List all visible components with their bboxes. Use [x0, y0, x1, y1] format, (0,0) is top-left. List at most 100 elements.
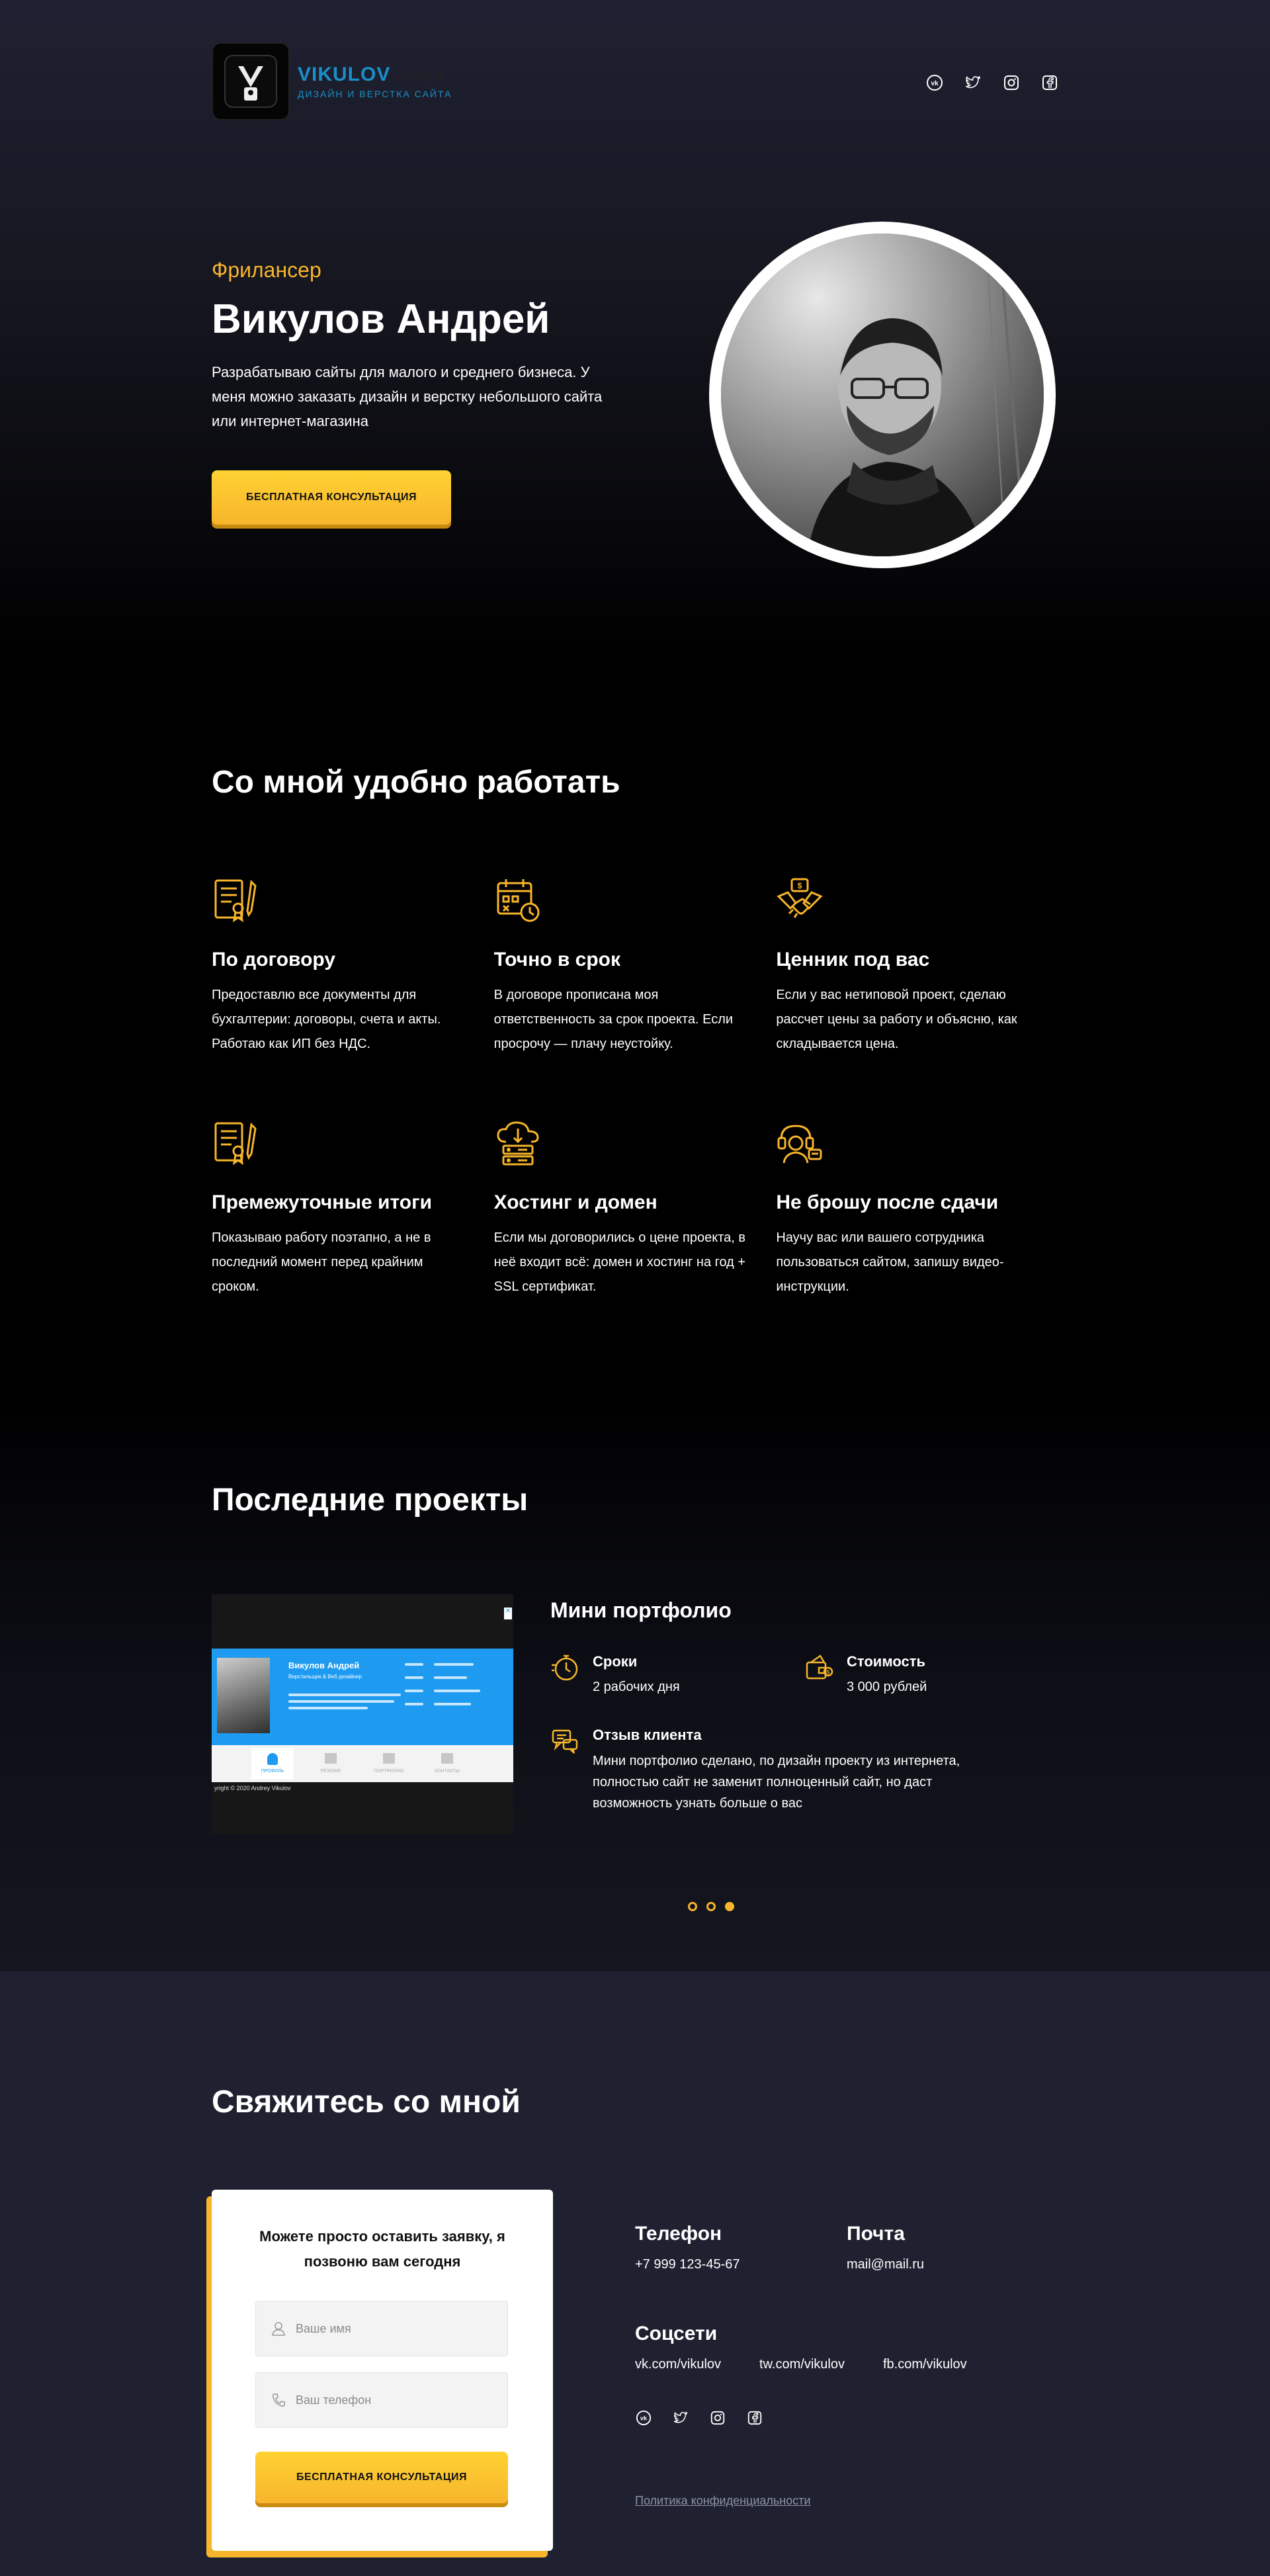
footer-socials: vk	[635, 2409, 1058, 2426]
project-review: Отзыв клиента Мини портфолио сделано, по…	[550, 1727, 1058, 1814]
name-input[interactable]	[296, 2321, 494, 2336]
social-links: vk.com/vikulov tw.com/vikulov fb.com/vik…	[635, 2357, 1058, 2372]
feature-title: Точно в срок	[493, 949, 621, 970]
screenshot-line	[288, 1707, 368, 1709]
feature-title: По договору	[212, 949, 336, 970]
svg-text:vk: vk	[931, 80, 939, 87]
screenshot-avatar	[217, 1658, 270, 1733]
calendar-clock-icon	[497, 879, 540, 922]
screenshot-footer: yright © 2020 Andrey Vikulov	[214, 1785, 291, 1791]
slider-dot[interactable]	[688, 1902, 697, 1911]
cloud-server-icon	[497, 1121, 539, 1166]
hero-text: Фрилансер Викулов Андрей Разрабатываю са…	[212, 258, 622, 525]
instagram-icon[interactable]	[709, 2409, 726, 2426]
features-grid: По договору Предоставлю все документы дл…	[212, 877, 1058, 1299]
hero-section: VIKULOV CODER ДИЗАЙН И ВЕРСТКА САЙТА vk	[0, 0, 1270, 662]
screenshot-line	[434, 1663, 474, 1666]
feature-text: Если мы договорились о цене проекта, в н…	[493, 1230, 746, 1294]
screenshot-tab-label: КОНТАКТЫ	[435, 1769, 460, 1774]
phone-icon	[272, 2393, 285, 2407]
twitter-link[interactable]: tw.com/vikulov	[759, 2357, 845, 2372]
form-consult-button[interactable]: БЕСПЛАТНАЯ КОНСУЛЬТАЦИЯ	[255, 2452, 508, 2503]
feature-title: Не брошу после сдачи	[776, 1191, 999, 1213]
phone-label: Телефон	[635, 2223, 722, 2245]
twitter-icon[interactable]	[672, 2409, 689, 2426]
feature-text: В договоре прописана моя ответственность…	[493, 988, 734, 1051]
feature-item: По договору Предоставлю все документы дл…	[212, 877, 494, 1056]
slider-dot-active[interactable]	[725, 1902, 734, 1911]
hero-role: Фрилансер	[212, 258, 321, 282]
vk-link[interactable]: vk.com/vikulov	[635, 2357, 721, 2372]
screenshot-close-icon: ✕	[504, 1608, 512, 1619]
avatar-frame	[709, 222, 1056, 568]
project-name: Мини портфолио	[550, 1598, 732, 1622]
vk-icon[interactable]: vk	[926, 74, 943, 91]
features-title: Со мной удобно работать	[212, 765, 620, 800]
socials-label: Соцсети	[635, 2323, 718, 2344]
handshake-icon: $	[777, 878, 823, 918]
screenshot-line	[288, 1694, 401, 1696]
logo[interactable]: VIKULOV CODER ДИЗАЙН И ВЕРСТКА САЙТА	[212, 42, 452, 120]
review-text: Мини портфолио сделано, по дизайн проект…	[593, 1754, 960, 1811]
screenshot-tab: РЕЗЮМЕ	[310, 1748, 352, 1780]
twitter-icon[interactable]	[964, 74, 982, 91]
screenshot-line	[405, 1676, 423, 1679]
hero-name: Викулов Андрей	[212, 296, 550, 342]
screenshot-line	[434, 1676, 467, 1679]
logo-name: VIKULOV	[298, 64, 391, 85]
contact-title: Свяжитесь со мной	[212, 2084, 521, 2120]
site-header: VIKULOV CODER ДИЗАЙН И ВЕРСТКА САЙТА vk	[212, 0, 1058, 165]
screenshot-line	[434, 1690, 480, 1692]
slider-dot[interactable]	[706, 1902, 716, 1911]
screenshot-tab-label: ПРОФИЛЬ	[261, 1769, 284, 1774]
user-icon	[272, 2322, 285, 2336]
chat-icon	[552, 1729, 578, 1754]
contract-icon	[214, 879, 257, 923]
project-price: $ Стоимость 3 000 рублей	[804, 1653, 1058, 1695]
header-socials: vk	[926, 74, 1058, 91]
hero-consult-button[interactable]: БЕСПЛАТНАЯ КОНСУЛЬТАЦИЯ	[212, 470, 451, 525]
feature-text: Предоставлю все документы для бухгалтери…	[212, 988, 441, 1051]
contact-section: Свяжитесь со мной Можете просто оставить…	[0, 1971, 1270, 2576]
review-label: Отзыв клиента	[593, 1727, 702, 1743]
contact-info: Телефон +7 999 123-45-67 Почта mail@mail…	[635, 2223, 1058, 2508]
feature-text: Если у вас нетиповой проект, сделаю расс…	[776, 988, 1017, 1051]
facebook-icon[interactable]	[1041, 74, 1058, 91]
logo-suffix: CODER	[394, 71, 445, 83]
project-screenshot[interactable]: Викулов Андрей Верстальщик & Веб дизайне…	[212, 1594, 513, 1834]
feature-item: Точно в срок В договоре прописана моя от…	[494, 877, 777, 1056]
email-label: Почта	[847, 2223, 905, 2245]
phone-input[interactable]	[296, 2393, 494, 2407]
screenshot-name: Викулов Андрей	[288, 1660, 360, 1670]
facebook-icon[interactable]	[746, 2409, 763, 2426]
hero-description: Разрабатываю сайты для малого и среднего…	[212, 364, 603, 429]
term-label: Сроки	[593, 1653, 638, 1670]
price-value: 3 000 рублей	[847, 1680, 927, 1694]
screenshot-tab-label: РЕЗЮМЕ	[320, 1769, 341, 1774]
privacy-policy-link[interactable]: Политика конфиденциальности	[635, 2494, 811, 2508]
facebook-link[interactable]: fb.com/vikulov	[883, 2357, 967, 2372]
feature-item: $ Ценник под вас Если у вас нетиповой пр…	[776, 877, 1058, 1056]
feature-item: Хостинг и домен Если мы договорились о ц…	[494, 1119, 777, 1299]
email-link[interactable]: mail@mail.ru	[847, 2257, 1058, 2272]
screenshot-line	[434, 1703, 471, 1705]
wallet-icon: $	[806, 1654, 833, 1680]
svg-text:$: $	[826, 1669, 829, 1676]
instagram-icon[interactable]	[1003, 74, 1020, 91]
callback-form: Можете просто оставить заявку, я позвоню…	[212, 2190, 553, 2551]
phone-link[interactable]: +7 999 123-45-67	[635, 2257, 847, 2272]
projects-title: Последние проекты	[212, 1482, 529, 1518]
screenshot-role: Верстальщик & Веб дизайнер	[288, 1674, 362, 1680]
project-term: Сроки 2 рабочих дня	[550, 1653, 804, 1695]
svg-text:vk: vk	[640, 2415, 648, 2422]
avatar	[721, 234, 1044, 556]
feature-title: Хостинг и домен	[493, 1191, 657, 1213]
phone-field	[255, 2372, 508, 2428]
slider-dots	[212, 1902, 1058, 1911]
form-lead: Можете просто оставить заявку, я позвоню…	[259, 2228, 505, 2270]
timer-icon	[552, 1654, 578, 1681]
logo-badge-icon	[212, 42, 290, 120]
logo-tagline: ДИЗАЙН И ВЕРСТКА САЙТА	[298, 89, 452, 99]
vk-icon[interactable]: vk	[635, 2409, 652, 2426]
project-info: Мини портфолио Сроки 2 рабочих дня $ Сто…	[550, 1594, 1058, 1814]
